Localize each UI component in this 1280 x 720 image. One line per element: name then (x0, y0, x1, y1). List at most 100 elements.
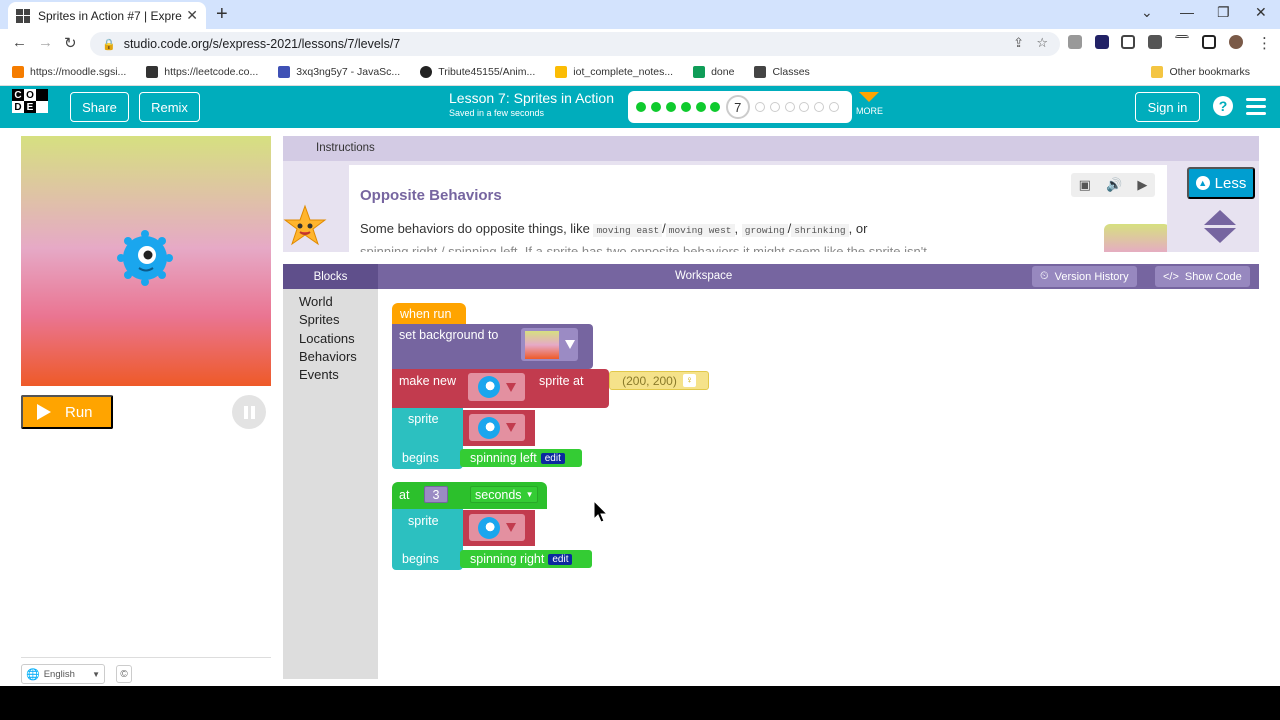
make-new-sprite-block[interactable]: make new sprite at (392, 369, 609, 408)
browser-menu-icon[interactable]: ⋮ (1257, 34, 1272, 52)
location-picker-icon[interactable]: ♀ (682, 374, 696, 387)
level-dot-5[interactable] (695, 102, 706, 112)
sprite-begins-block-2[interactable]: sprite begins (392, 509, 463, 570)
minimize-icon[interactable]: — (1180, 4, 1194, 20)
level-dot-13[interactable] (828, 102, 839, 112)
close-tab-icon[interactable]: ✕ (186, 7, 198, 24)
tab-title: Sprites in Action #7 | Express Co… (38, 8, 182, 23)
category-behaviors[interactable]: Behaviors (299, 349, 357, 364)
sprite-dropdown-2[interactable] (469, 514, 525, 541)
level-dot-11[interactable] (799, 102, 810, 112)
pause-button[interactable] (232, 395, 266, 429)
location-input[interactable]: (200, 200) ♀ (609, 371, 709, 390)
sprite-selector-block-1[interactable] (463, 410, 535, 446)
share-page-icon[interactable]: ⇪ (1013, 35, 1024, 51)
forward-icon[interactable]: → (38, 34, 53, 51)
sprite-selector-block-2[interactable] (463, 510, 535, 546)
level-dot-4[interactable] (680, 102, 691, 112)
chevron-down-icon (859, 92, 879, 102)
edit-behavior-button[interactable]: edit (540, 452, 565, 464)
show-code-button[interactable]: </> Show Code (1155, 266, 1250, 287)
block-label: sprite (408, 514, 439, 528)
level-dot-6[interactable] (710, 102, 721, 112)
category-locations[interactable]: Locations (299, 331, 355, 346)
volume-icon[interactable]: 🔊 (1106, 177, 1122, 193)
level-dot-12[interactable] (814, 102, 825, 112)
blue-monster-sprite (117, 230, 173, 286)
window-close-icon[interactable]: ✕ (1255, 4, 1267, 21)
version-history-button[interactable]: ⏲ Version History (1032, 266, 1137, 287)
current-level[interactable]: 7 (725, 95, 750, 119)
copyright-button[interactable]: © (116, 665, 132, 683)
play-audio-icon[interactable]: ▶ (1137, 177, 1147, 193)
share-button[interactable]: Share (70, 92, 129, 122)
reading-list-icon[interactable] (1175, 35, 1189, 49)
profile-avatar[interactable] (1229, 35, 1243, 49)
language-select[interactable]: 🌐 English ▼ (21, 664, 105, 684)
scroll-up-icon[interactable] (1204, 210, 1236, 225)
level-dot-2[interactable] (651, 102, 662, 112)
blue-monster-sprite-icon (478, 516, 500, 539)
game-stage[interactable] (21, 136, 271, 386)
reload-icon[interactable]: ↻ (64, 34, 77, 52)
puzzle-extensions-icon[interactable] (1148, 35, 1162, 49)
bookmark-leetcode[interactable]: https://leetcode.co... (146, 66, 258, 78)
side-panel-icon[interactable] (1202, 35, 1216, 49)
less-button[interactable]: ▲ Less (1187, 167, 1255, 199)
bookmark-github[interactable]: Tribute45155/Anim... (420, 66, 535, 78)
block-toolbox: World Sprites Locations Behaviors Events (283, 289, 378, 679)
resize-arrows[interactable] (1204, 210, 1236, 243)
level-dot-1[interactable] (636, 102, 647, 112)
bookmark-moodle[interactable]: https://moodle.sgsi... (12, 66, 126, 78)
level-dot-3[interactable] (665, 102, 676, 112)
extension-bug-icon[interactable] (1068, 35, 1082, 49)
tab-search-icon[interactable]: ⌄ (1141, 4, 1153, 21)
category-events[interactable]: Events (299, 367, 339, 382)
sprite-costume-dropdown[interactable] (468, 373, 525, 401)
edit-behavior-button[interactable]: edit (548, 553, 573, 565)
bookmark-label: https://moodle.sgsi... (30, 66, 127, 78)
text-mode-icon[interactable]: ▣ (1079, 177, 1091, 193)
extension-box-icon[interactable] (1121, 35, 1135, 49)
behavior-spinning-right-block[interactable]: spinning right edit (460, 550, 592, 568)
at-time-block[interactable]: at 3 seconds ▼ (392, 482, 547, 509)
audio-controls: ▣ 🔊 ▶ (1071, 173, 1155, 197)
sign-in-button[interactable]: Sign in (1135, 92, 1200, 122)
more-button[interactable]: MORE (856, 90, 883, 116)
other-bookmarks[interactable]: Other bookmarks (1151, 66, 1250, 78)
extension-react-icon[interactable] (1095, 35, 1109, 49)
level-dot-8[interactable] (755, 102, 766, 112)
scroll-down-icon[interactable] (1204, 228, 1236, 243)
bookmark-drive[interactable]: iot_complete_notes... (555, 66, 673, 78)
background-dropdown[interactable] (521, 328, 578, 361)
level-dot-10[interactable] (784, 102, 795, 112)
when-run-block[interactable]: when run (392, 303, 466, 324)
bookmark-classes[interactable]: Classes (754, 66, 810, 78)
set-background-block[interactable]: set background to (392, 324, 593, 369)
instructions-tab[interactable]: Instructions (283, 136, 1259, 161)
sprite-dropdown-1[interactable] (469, 414, 525, 441)
address-bar[interactable]: 🔒 studio.code.org/s/express-2021/lessons… (90, 32, 1060, 56)
lesson-info: Lesson 7: Sprites in Action Saved in a f… (449, 90, 614, 118)
category-sprites[interactable]: Sprites (299, 312, 339, 327)
bookmark-javascript[interactable]: 3xq3ng5y7 - JavaSc... (278, 66, 400, 78)
level-dot-9[interactable] (769, 102, 780, 112)
category-world[interactable]: World (299, 294, 333, 309)
bookmark-star-icon[interactable]: ☆ (1036, 35, 1048, 51)
run-button[interactable]: Run (21, 395, 113, 429)
new-tab-icon[interactable]: + (216, 3, 228, 26)
gradient-swatch (524, 330, 559, 359)
help-icon[interactable]: ? (1213, 96, 1233, 116)
back-icon[interactable]: ← (12, 34, 27, 51)
hamburger-menu-icon[interactable] (1246, 98, 1266, 119)
behavior-spinning-left-block[interactable]: spinning left edit (460, 449, 582, 467)
time-unit-dropdown[interactable]: seconds ▼ (470, 486, 538, 503)
maximize-icon[interactable]: ❐ (1217, 4, 1230, 21)
remix-button[interactable]: Remix (139, 92, 200, 122)
code-org-logo[interactable]: C O D E (12, 89, 48, 125)
sprite-begins-block-1[interactable]: sprite begins (392, 408, 463, 469)
bookmark-done[interactable]: done (693, 66, 734, 78)
seconds-input[interactable]: 3 (424, 486, 448, 503)
browser-tab[interactable]: Sprites in Action #7 | Express Co… ✕ (8, 2, 206, 29)
example-thumbnail[interactable] (1104, 224, 1167, 252)
